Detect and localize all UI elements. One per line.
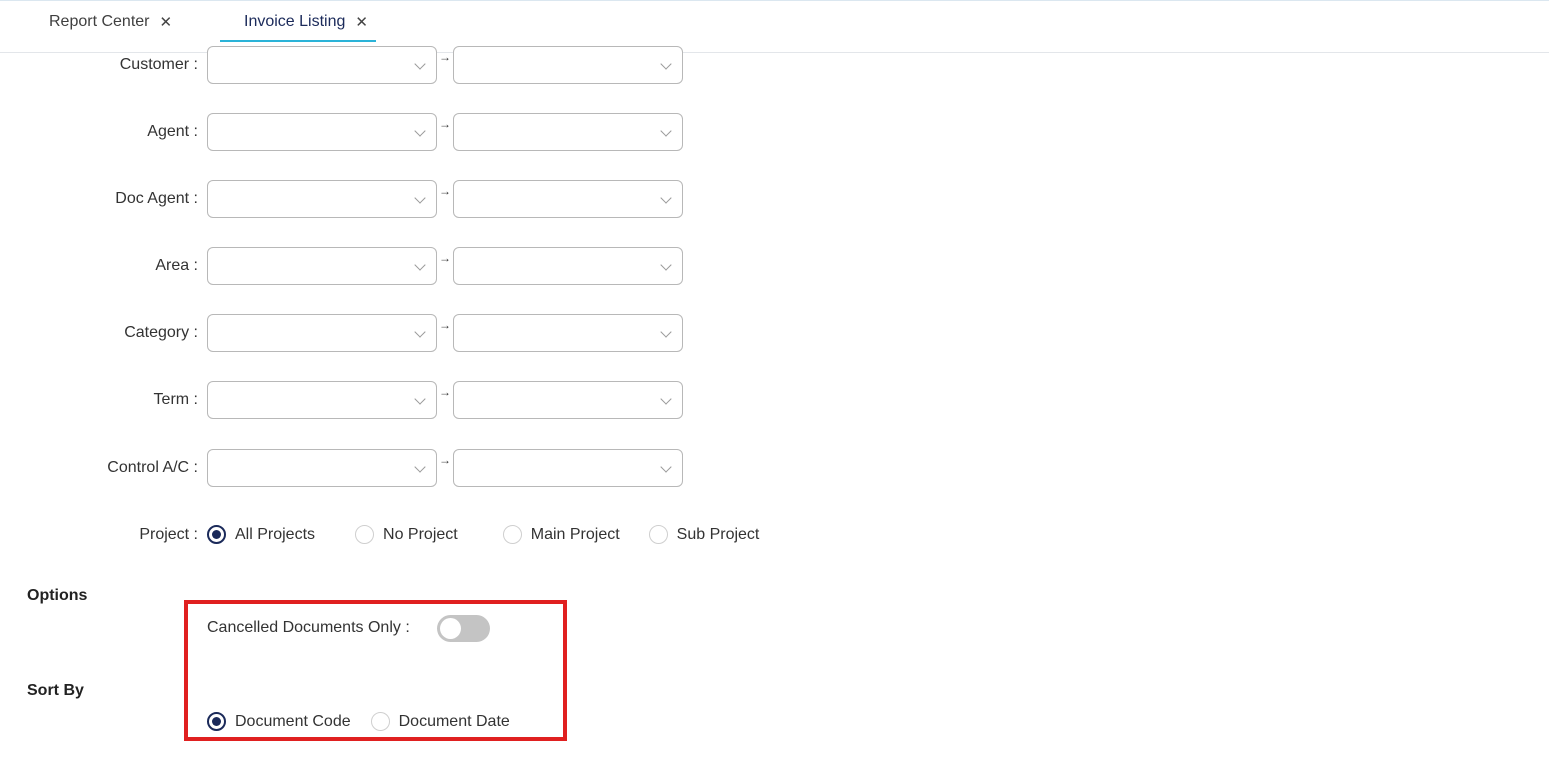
filter-label: Area : [155,257,198,274]
project-radio-sub[interactable]: Sub Project [648,525,760,544]
sort-by-heading: Sort By [27,682,84,699]
chevron-down-icon [414,393,426,405]
term-to-select[interactable] [453,381,683,419]
chevron-down-icon [414,58,426,70]
chevron-down-icon [414,192,426,204]
project-radio-none[interactable]: No Project [355,525,458,544]
highlight-annotation-box [184,600,567,741]
radio-label: No Project [383,525,458,543]
range-arrow-icon: → [439,50,451,64]
chevron-down-icon [660,125,672,137]
active-tab-indicator [220,40,376,42]
close-icon[interactable]: ✕ [160,13,173,31]
chevron-down-icon [414,326,426,338]
close-icon[interactable]: ✕ [355,13,368,31]
filter-label: Control A/C : [107,459,198,476]
chevron-down-icon [660,461,672,473]
range-arrow-icon: → [439,385,451,399]
range-arrow-icon: → [439,318,451,332]
radio-unchecked-icon [648,525,668,544]
doc-agent-to-select[interactable] [453,180,683,218]
customer-to-select[interactable] [453,46,683,84]
tab-label: Invoice Listing [244,13,346,30]
range-arrow-icon: → [439,117,451,131]
radio-checked-icon [207,525,226,544]
filter-label: Agent : [147,123,198,140]
filter-label: Term : [153,391,198,408]
agent-to-select[interactable] [453,113,683,151]
range-arrow-icon: → [439,453,451,467]
project-label: Project : [139,526,198,543]
category-from-select[interactable] [207,314,437,352]
chevron-down-icon [414,461,426,473]
radio-label: All Projects [235,525,316,543]
filter-label: Doc Agent : [115,190,198,207]
chevron-down-icon [660,326,672,338]
customer-from-select[interactable] [207,46,437,84]
category-to-select[interactable] [453,314,683,352]
filter-label: Category : [124,324,198,341]
tab-label: Report Center [49,13,150,30]
project-radio-group: All Projects No Project Main Project Sub… [207,525,759,544]
project-radio-main[interactable]: Main Project [502,525,620,544]
project-radio-all[interactable]: All Projects [207,525,315,544]
area-to-select[interactable] [453,247,683,285]
radio-label: Main Project [530,525,620,543]
area-from-select[interactable] [207,247,437,285]
radio-unchecked-icon [355,525,375,544]
range-arrow-icon: → [439,184,451,198]
tab-invoice-listing[interactable]: Invoice Listing ✕ [244,1,368,43]
tab-report-center[interactable]: Report Center ✕ [49,1,172,43]
radio-label: Sub Project [676,525,760,543]
chevron-down-icon [414,259,426,271]
chevron-down-icon [414,125,426,137]
options-heading: Options [27,587,88,604]
range-arrow-icon: → [439,251,451,265]
doc-agent-from-select[interactable] [207,180,437,218]
filter-label: Customer : [119,56,198,73]
radio-unchecked-icon [502,525,522,544]
chevron-down-icon [660,58,672,70]
chevron-down-icon [660,393,672,405]
control-ac-to-select[interactable] [453,449,683,487]
chevron-down-icon [660,192,672,204]
chevron-down-icon [660,259,672,271]
agent-from-select[interactable] [207,113,437,151]
control-ac-from-select[interactable] [207,449,437,487]
term-from-select[interactable] [207,381,437,419]
